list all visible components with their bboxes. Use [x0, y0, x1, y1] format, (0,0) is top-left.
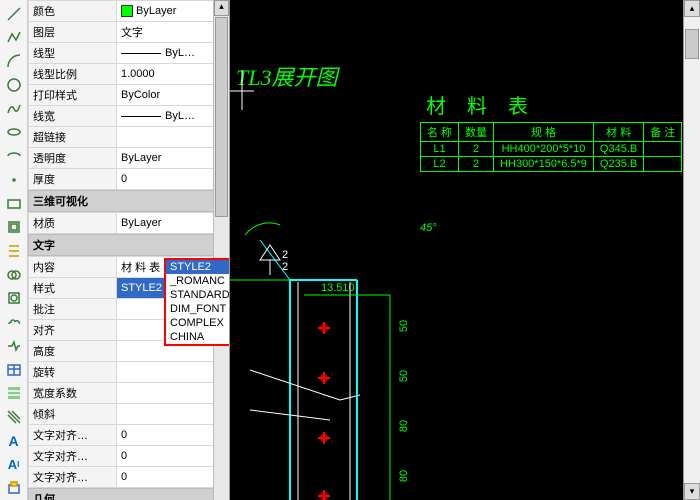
prop-value[interactable]: 0	[117, 446, 229, 467]
properties-panel: 颜色ByLayer图层文字线型ByL…线型比例1.0000打印样式ByColor…	[28, 0, 230, 500]
prop-value[interactable]: ByLayer	[117, 1, 229, 22]
prop-label: 超链接	[29, 127, 117, 148]
polyline-tool-icon[interactable]	[3, 27, 25, 49]
scroll-track[interactable]	[684, 17, 700, 483]
dimension-value: 50	[398, 320, 410, 332]
prop-label: 内容	[29, 257, 117, 278]
hatch-tool-icon[interactable]	[3, 240, 25, 262]
section-3d-visual[interactable]: 三维可视化⌄	[28, 190, 229, 212]
prop-label: 文字对齐…	[29, 446, 117, 467]
prop-value[interactable]: ByL…	[117, 106, 229, 127]
svg-text:2: 2	[282, 249, 288, 261]
prop-label: 颜色	[29, 1, 117, 22]
dropdown-option[interactable]: _ROMANC	[166, 274, 230, 288]
line-tool-icon[interactable]	[3, 3, 25, 25]
prop-value[interactable]: 0	[117, 467, 229, 488]
prop-label: 图层	[29, 22, 117, 43]
prop-value[interactable]	[117, 362, 229, 383]
target-marker-icon	[318, 372, 330, 384]
prop-label: 文字对齐…	[29, 425, 117, 446]
target-marker-icon	[318, 432, 330, 444]
svg-text:2: 2	[282, 261, 288, 273]
prop-value[interactable]	[117, 404, 229, 425]
prop-label: 倾斜	[29, 404, 117, 425]
section-geometry[interactable]: 几何⌄	[28, 488, 229, 500]
scroll-up-icon[interactable]: ▴	[214, 0, 229, 16]
dropdown-option[interactable]: CHINA	[166, 330, 230, 344]
prop-label: 文字对齐…	[29, 467, 117, 488]
prop-label: 线宽	[29, 106, 117, 127]
drawing-canvas[interactable]: TL3展开图 材 料 表 名 称数量规 格材 料备 注L12HH400*200*…	[230, 0, 683, 500]
wipeout-tool-icon[interactable]	[3, 335, 25, 357]
prop-label: 透明度	[29, 148, 117, 169]
prop-label: 材质	[29, 213, 117, 234]
scroll-up-icon[interactable]: ▴	[684, 0, 700, 17]
revision-cloud-icon[interactable]	[3, 311, 25, 333]
prop-value[interactable]: ByL…	[117, 43, 229, 64]
prop-label: 打印样式	[29, 85, 117, 106]
prop-value[interactable]: 文字	[117, 22, 229, 43]
table-tool-icon[interactable]	[3, 359, 25, 381]
region-tool-icon[interactable]	[3, 264, 25, 286]
prop-value[interactable]: 0	[117, 169, 229, 190]
text-tool-icon[interactable]: AI	[3, 454, 25, 476]
dropdown-option[interactable]: DIM_FONT	[166, 302, 230, 316]
prop-label: 批注	[29, 299, 117, 320]
prop-label: 厚度	[29, 169, 117, 190]
ellipse-tool-icon[interactable]	[3, 122, 25, 144]
drawing-geometry: 2 2	[230, 0, 683, 500]
section-text[interactable]: 文字⌄	[28, 234, 229, 256]
prop-value[interactable]: 1.0000	[117, 64, 229, 85]
point-tool-icon[interactable]	[3, 169, 25, 191]
boundary-tool-icon[interactable]	[3, 288, 25, 310]
block-tool-icon[interactable]	[3, 477, 25, 499]
target-marker-icon	[318, 490, 330, 500]
style-dropdown-list[interactable]: STYLE2_ROMANCSTANDARD_2DIM_FONTCOMPLEXCH…	[164, 258, 230, 346]
rectangle-tool-icon[interactable]	[3, 193, 25, 215]
prop-value[interactable]: ByLayer	[117, 148, 229, 169]
prop-label: 宽度系数	[29, 383, 117, 404]
scroll-down-icon[interactable]: ▾	[684, 483, 700, 500]
prop-label: 线型	[29, 43, 117, 64]
circle-tool-icon[interactable]	[3, 74, 25, 96]
prop-value[interactable]	[117, 383, 229, 404]
dimension-value: 80	[398, 470, 410, 482]
gradient-tool-icon[interactable]	[3, 383, 25, 405]
props-scrollbar[interactable]: ▴	[213, 0, 229, 500]
dropdown-option[interactable]: COMPLEX	[166, 316, 230, 330]
prop-value[interactable]: ByLayer	[117, 213, 229, 234]
scroll-thumb[interactable]	[215, 17, 228, 217]
left-toolbar: A AI	[0, 0, 28, 500]
target-marker-icon	[318, 322, 330, 334]
prop-label: 线型比例	[29, 64, 117, 85]
ellipse-arc-tool-icon[interactable]	[3, 145, 25, 167]
text-A-icon[interactable]: A	[3, 430, 25, 452]
dimension-value: 50	[398, 370, 410, 382]
prop-label: 对齐	[29, 320, 117, 341]
scroll-thumb[interactable]	[685, 29, 699, 59]
polygon-tool-icon[interactable]	[3, 216, 25, 238]
prop-value[interactable]: ByColor	[117, 85, 229, 106]
prop-label: 高度	[29, 341, 117, 362]
mline-tool-icon[interactable]	[3, 406, 25, 428]
prop-label: 旋转	[29, 362, 117, 383]
prop-value[interactable]: 0	[117, 425, 229, 446]
arc-tool-icon[interactable]	[3, 50, 25, 72]
prop-label: 样式	[29, 278, 117, 299]
canvas-scrollbar[interactable]: ▴ ▾	[683, 0, 700, 500]
dropdown-option[interactable]: STYLE2	[166, 260, 230, 274]
spline-tool-icon[interactable]	[3, 98, 25, 120]
prop-value[interactable]	[117, 127, 229, 148]
dimension-value: 80	[398, 420, 410, 432]
dropdown-option[interactable]: STANDARD_2	[166, 288, 230, 302]
